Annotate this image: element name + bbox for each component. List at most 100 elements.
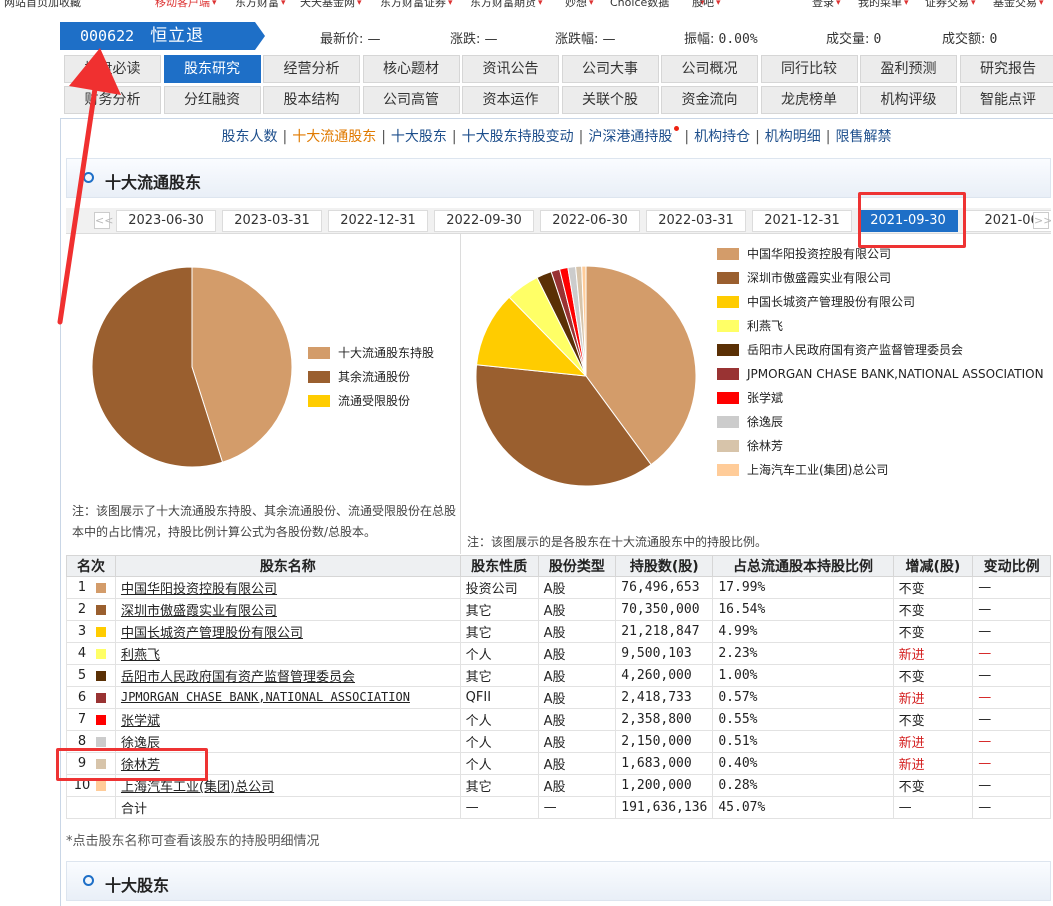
price-change: 涨跌: — [450, 32, 498, 47]
change-pct: — [972, 730, 1051, 753]
date-tab[interactable]: 2022-06-30 [540, 210, 640, 232]
tab-4[interactable]: 核心题材 [362, 55, 460, 83]
top-nav-item[interactable]: 我的菜单 [858, 0, 902, 9]
top-nav-item[interactable]: 东方财富期货 [470, 0, 536, 9]
date-tab[interactable]: 2021-12-31 [752, 210, 852, 232]
legend-item: 流通受限股份 [308, 394, 434, 418]
tab-7[interactable]: 资金流向 [661, 86, 758, 114]
tab-8[interactable]: 同行比较 [760, 55, 858, 83]
top-nav-item[interactable]: 登录 [812, 0, 834, 9]
tab-9[interactable]: 机构评级 [860, 86, 957, 114]
date-tab[interactable]: 2022-03-31 [646, 210, 746, 232]
top-nav-item[interactable]: 股吧 [692, 0, 714, 9]
separator: | [578, 129, 584, 145]
tab-7[interactable]: 公司概况 [661, 55, 758, 83]
section-header-top10: 十大股东 [66, 861, 1051, 901]
legend-label: 中国华阳投资控股有限公司 [747, 247, 892, 261]
top-nav-item[interactable]: 东方财富证券 [380, 0, 446, 9]
table-header-row: 名次 股东名称 股东性质 股份类型 持股数(股) 占总流通股本持股比例 增减(股) 变动比例 [66, 555, 1051, 577]
amplitude: 振幅: 0.00% [684, 32, 758, 47]
tab-4[interactable]: 公司高管 [362, 86, 460, 114]
rank-color-swatch [96, 692, 106, 703]
sublink-3[interactable]: 十大股东 [391, 129, 447, 145]
legend-label: 中国长城资产管理股份有限公司 [747, 295, 916, 309]
holder-name-link[interactable]: 中国长城资产管理股份有限公司 [121, 626, 303, 641]
change-pct: — [972, 796, 1051, 819]
table-row: 9 徐林芳 个人 A股 1,683,000 0.40% 新进 — [66, 752, 1051, 775]
chevron-down-icon: ▾ [448, 0, 453, 8]
change-pct: — [972, 642, 1051, 665]
tab-10[interactable]: 智能点评 [959, 86, 1053, 114]
tab-5[interactable]: 资讯公告 [462, 55, 559, 83]
chevron-down-icon: ▾ [904, 0, 909, 8]
legend-item: 中国长城资产管理股份有限公司 [717, 295, 1044, 319]
tab-8[interactable]: 龙虎榜单 [760, 86, 858, 114]
holder-name-cell: 中国华阳投资控股有限公司 [114, 576, 461, 599]
legend-swatch [717, 368, 739, 380]
chevron-down-icon: ▾ [1039, 0, 1044, 8]
top-nav-item[interactable]: 天天基金网 [300, 0, 355, 9]
tab-6[interactable]: 关联个股 [561, 86, 659, 114]
holder-name-cell: 岳阳市人民政府国有资产监督管理委员会 [114, 664, 461, 687]
sublink-2[interactable]: 十大流通股东 [292, 129, 376, 145]
sublink-1[interactable]: 股东人数 [221, 129, 277, 145]
right-legend: 中国华阳投资控股有限公司 深圳市傲盛霞实业有限公司中国长城资产管理股份有限公司 利燕… [717, 247, 1044, 487]
top-nav-item[interactable]: 东方财富 [235, 0, 279, 9]
date-tab[interactable]: 2022-12-31 [328, 210, 428, 232]
tab-10[interactable]: 研究报告 [959, 55, 1053, 83]
next-dates-icon[interactable]: >> [1033, 212, 1051, 229]
top-nav-item[interactable]: Choice数据 [610, 0, 669, 9]
sublink-7[interactable]: 机构明细 [765, 129, 821, 145]
separator: | [381, 129, 386, 145]
legend-item: 利燕飞 [717, 319, 1044, 343]
tab-6[interactable]: 公司大事 [561, 55, 659, 83]
legend-swatch [717, 392, 739, 404]
legend-swatch [717, 440, 739, 452]
share-type: A股 [537, 642, 617, 665]
tab-3[interactable]: 经营分析 [263, 55, 360, 83]
holder-name-link[interactable]: 上海汽车工业(集团)总公司 [121, 780, 274, 795]
tab-3[interactable]: 股本结构 [263, 86, 360, 114]
date-tab[interactable]: 2022-09-30 [434, 210, 534, 232]
share-type: A股 [537, 708, 617, 731]
share-type: A股 [537, 752, 617, 775]
holding-ratio: 1.00% [712, 664, 894, 687]
tab-5[interactable]: 资本运作 [462, 86, 559, 114]
legend-item: 深圳市傲盛霞实业有限公司 [717, 271, 1044, 295]
sublink-6[interactable]: 机构持仓 [694, 129, 750, 145]
top-nav-item[interactable]: 妙想 [565, 0, 587, 9]
chevron-down-icon: ▾ [357, 0, 362, 8]
sublink-8[interactable]: 限售解禁 [836, 129, 892, 145]
sublink-4[interactable]: 十大股东持股变动 [462, 129, 574, 145]
holder-name-link[interactable]: 中国华阳投资控股有限公司 [121, 582, 277, 597]
top-nav-item[interactable]: 证券交易 [925, 0, 969, 9]
holder-nature: 其它 [459, 620, 539, 643]
sublink-5[interactable]: 沪深港通持股 [588, 129, 672, 145]
holder-nature: 个人 [459, 708, 539, 731]
holder-nature: QFII [459, 686, 539, 709]
rank-color-swatch [96, 626, 106, 637]
legend-label: 流通受限股份 [338, 394, 411, 408]
legend-label: 深圳市傲盛霞实业有限公司 [747, 271, 892, 285]
holder-name-link[interactable]: 岳阳市人民政府国有资产监督管理委员会 [121, 670, 355, 685]
rank-color-swatch [96, 604, 106, 615]
holder-name-link[interactable]: 利燕飞 [121, 648, 160, 663]
total-shares: 191,636,136 [615, 796, 714, 819]
tab-9[interactable]: 盈利预测 [860, 55, 957, 83]
holder-name-link[interactable]: JPMORGAN CHASE BANK,NATIONAL ASSOCIATION [121, 690, 410, 704]
shares-held: 76,496,653 [615, 576, 714, 599]
turnover: 成交额: 0 [942, 32, 998, 47]
separator: | [684, 129, 690, 145]
table-row: 4 利燕飞 个人 A股 9,500,103 2.23% 新进 — [66, 642, 1051, 665]
legend-item: 上海汽车工业(集团)总公司 [717, 463, 1044, 487]
legend-label: 利燕飞 [747, 319, 784, 333]
holder-name-link[interactable]: 深圳市傲盛霞实业有限公司 [121, 604, 277, 619]
top-nav-item[interactable]: 基金交易 [993, 0, 1037, 9]
holder-name-link[interactable]: 张学斌 [121, 714, 160, 729]
table-row: 5 岳阳市人民政府国有资产监督管理委员会 其它 A股 4,260,000 1.00% 不变 — [66, 664, 1051, 687]
rank-cell: 4 [66, 642, 116, 665]
date-tab[interactable]: 2023-03-31 [222, 210, 322, 232]
legend-item: JPMORGAN CHASE BANK,NATIONAL ASSOCIATION [717, 367, 1044, 391]
section-title: 十大股东 [105, 876, 170, 895]
table-row: 8 徐逸辰 个人 A股 2,150,000 0.51% 新进 — [66, 730, 1051, 753]
